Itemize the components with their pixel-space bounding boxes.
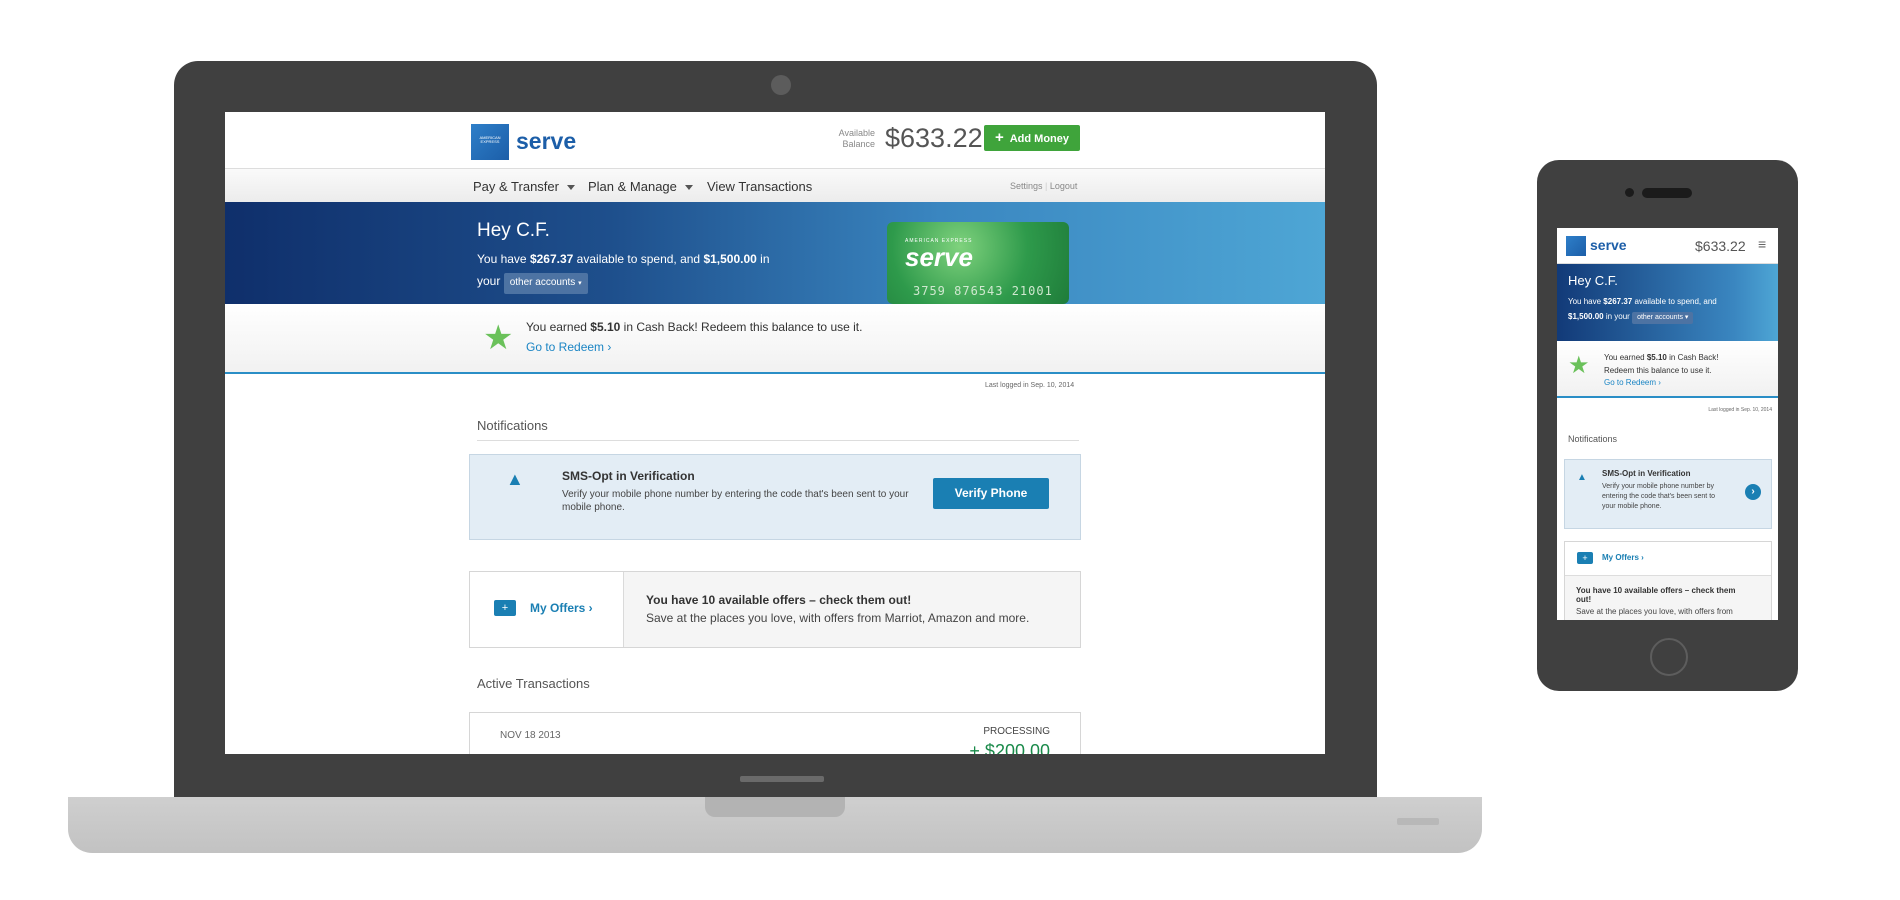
- phone-home-button: [1650, 638, 1688, 676]
- notifications-heading: Notifications: [477, 418, 548, 433]
- offers-panel: + My Offers › You have 10 available offe…: [469, 571, 1081, 648]
- nav-plan-manage[interactable]: Plan & Manage: [588, 179, 693, 194]
- greeting: Hey C.F.: [477, 220, 550, 241]
- serve-logo-text[interactable]: serve: [516, 128, 576, 155]
- laptop-screen: AMERICAN EXPRESS serve Available Balance …: [225, 112, 1325, 754]
- mobile-cashback-text: You earned $5.10 in Cash Back! Redeem th…: [1604, 353, 1719, 375]
- mobile-offers-body: Save at the places you love, with offers…: [1576, 607, 1733, 616]
- verify-phone-button[interactable]: Verify Phone: [933, 478, 1049, 509]
- phone-camera: [1625, 188, 1634, 197]
- active-transactions-heading: Active Transactions: [477, 676, 590, 691]
- my-offers-label: My Offers ›: [530, 601, 593, 615]
- mobile-last-logged: Last logged in Sep. 10, 2014: [1708, 407, 1772, 413]
- mobile-header: serve $633.22 ≡: [1557, 228, 1778, 264]
- sms-verification-notification: ▲ SMS-Opt in Verification Verify your mo…: [469, 454, 1081, 540]
- serve-logo-text[interactable]: serve: [1590, 237, 1627, 253]
- settings-link[interactable]: Settings: [1010, 181, 1043, 191]
- warning-icon: ▲: [1577, 472, 1587, 483]
- menu-icon[interactable]: ≡: [1758, 236, 1766, 252]
- mobile-notification-title: SMS-Opt in Verification: [1602, 469, 1691, 478]
- go-to-redeem-link[interactable]: Go to Redeem ›: [526, 340, 611, 354]
- add-money-button[interactable]: + Add Money: [984, 125, 1080, 151]
- balance-summary: You have $267.37 available to spend, and…: [477, 248, 807, 294]
- mobile-sms-notification: ▲ SMS-Opt in Verification Verify your mo…: [1564, 459, 1772, 529]
- mobile-balance-summary: You have $267.37 available to spend, and…: [1568, 294, 1774, 324]
- balance-label: Available Balance: [838, 128, 875, 149]
- phone-screen: serve $633.22 ≡ Hey C.F. You have $267.3…: [1557, 228, 1778, 620]
- nav-view-transactions[interactable]: View Transactions: [707, 179, 812, 194]
- caret-down-icon: [684, 185, 693, 191]
- mockup-stage: AMERICAN EXPRESS serve Available Balance …: [0, 0, 1900, 900]
- transaction-amount: + $200.00: [969, 741, 1050, 754]
- star-icon: ★: [1568, 352, 1590, 379]
- transaction-status: PROCESSING: [983, 726, 1050, 737]
- laptop-notch: [705, 797, 845, 817]
- offers-title: You have 10 available offers – check the…: [646, 593, 912, 607]
- transaction-date: NOV 18 2013: [500, 730, 561, 741]
- mobile-cashback-banner: ★ You earned $5.10 in Cash Back! Redeem …: [1557, 341, 1778, 398]
- warning-icon: ▲: [506, 469, 524, 489]
- notification-title: SMS-Opt in Verification: [562, 469, 695, 483]
- other-accounts-dropdown[interactable]: other accounts ▾: [503, 273, 588, 294]
- divider: [477, 440, 1079, 441]
- mobile-offers-panel: + My Offers › You have 10 available offe…: [1564, 541, 1772, 620]
- mobile-my-offers-link[interactable]: + My Offers ›: [1565, 542, 1771, 576]
- notification-body: Verify your mobile phone number by enter…: [562, 489, 909, 513]
- phone-speaker: [1642, 188, 1692, 198]
- mobile-balance: $633.22: [1695, 238, 1746, 254]
- chevron-right-icon[interactable]: ›: [1745, 484, 1761, 500]
- welcome-banner: Hey C.F. You have $267.37 available to s…: [225, 202, 1325, 304]
- offers-icon: +: [494, 600, 516, 616]
- mobile-my-offers-label: My Offers ›: [1602, 553, 1644, 562]
- balance-amount: $633.22: [885, 123, 983, 153]
- cashback-banner: ★ You earned $5.10 in Cash Back! Redeem …: [225, 304, 1325, 374]
- my-offers-link[interactable]: + My Offers ›: [470, 572, 624, 647]
- nav-pay-transfer[interactable]: Pay & Transfer: [473, 179, 575, 194]
- last-logged: Last logged in Sep. 10, 2014: [985, 382, 1075, 389]
- mobile-greeting: Hey C.F.: [1568, 273, 1618, 288]
- amex-logo[interactable]: AMERICAN EXPRESS: [471, 124, 509, 160]
- account-links: Settings | Logout: [1010, 181, 1078, 191]
- caret-down-icon: [566, 185, 575, 191]
- header-bar: AMERICAN EXPRESS serve Available Balance …: [225, 112, 1325, 168]
- plus-icon: +: [994, 129, 1004, 146]
- cashback-text: You earned $5.10 in Cash Back! Redeem th…: [526, 320, 863, 334]
- logout-link[interactable]: Logout: [1050, 181, 1078, 191]
- offers-body: Save at the places you love, with offers…: [646, 611, 1030, 625]
- mobile-go-to-redeem-link[interactable]: Go to Redeem ›: [1604, 378, 1661, 387]
- mobile-welcome-banner: Hey C.F. You have $267.37 available to s…: [1557, 264, 1778, 341]
- transaction-row[interactable]: NOV 18 2013 PROCESSING + $200.00: [469, 712, 1081, 754]
- mobile-other-accounts-dropdown[interactable]: other accounts ▾: [1632, 312, 1694, 324]
- laptop-camera: [771, 75, 791, 95]
- mobile-notification-body: Verify your mobile phone number by enter…: [1602, 483, 1716, 510]
- serve-card-image: AMERICAN EXPRESS serve 3759 876543 21001: [887, 222, 1069, 304]
- mobile-offers-title: You have 10 available offers – check the…: [1576, 586, 1736, 604]
- laptop-hinge-slot: [740, 776, 824, 782]
- star-icon: ★: [483, 319, 514, 357]
- laptop-indicator: [1397, 818, 1439, 825]
- mobile-notifications-heading: Notifications: [1568, 434, 1618, 444]
- main-nav: Pay & Transfer Plan & Manage View Transa…: [225, 168, 1325, 202]
- amex-logo[interactable]: [1566, 236, 1586, 256]
- offers-icon: +: [1577, 552, 1593, 564]
